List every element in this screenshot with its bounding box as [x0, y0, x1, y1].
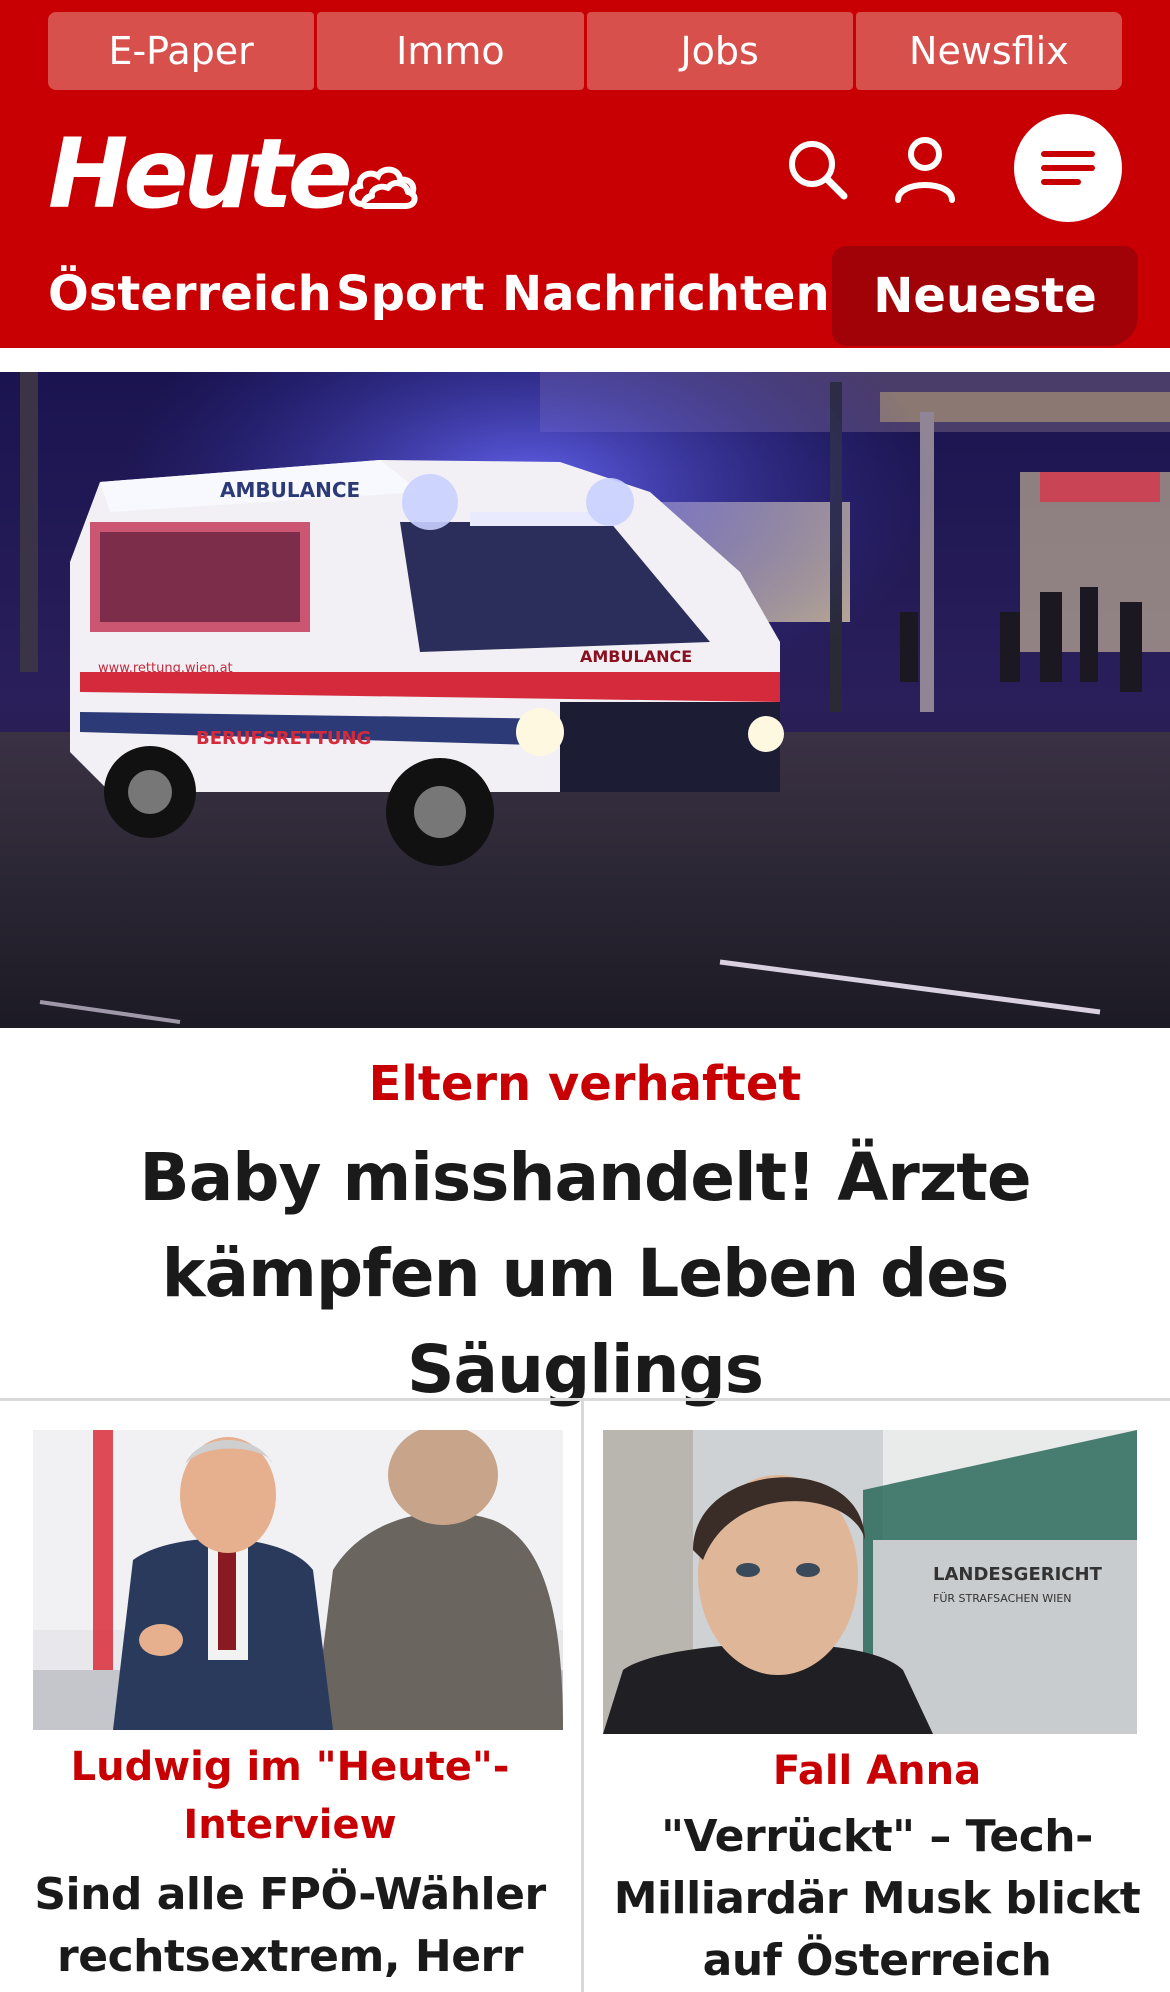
hero-kicker[interactable]: Eltern verhaftet — [0, 1054, 1170, 1114]
site-logo[interactable]: Heute — [48, 126, 353, 222]
ambulance-side-text: AMBULANCE — [220, 478, 360, 502]
card-image: LANDESGERICHT FÜR STRAFSACHEN WIEN — [603, 1430, 1137, 1734]
topnav-newsflix[interactable]: Newsflix — [855, 12, 1122, 90]
divider — [0, 1398, 1170, 1401]
ambulance-stripe-text: BERUFSRETTUNG — [196, 728, 371, 749]
site-header: E-Paper Immo Jobs Newsflix Heute Österre… — [0, 0, 1170, 348]
ambulance-front-text: AMBULANCE — [580, 647, 692, 666]
card-image — [33, 1430, 563, 1730]
topnav-immo[interactable]: Immo — [317, 12, 584, 90]
ambulance-url-text: www.rettung.wien.at — [98, 661, 233, 676]
ambulance-photo: AMBULANCE AMBULANCE BERUFSRETTUNG www.re… — [0, 372, 1170, 1028]
user-icon[interactable] — [892, 134, 958, 204]
menu-button[interactable] — [1014, 114, 1122, 222]
court-sign-text: LANDESGERICHT — [933, 1564, 1103, 1585]
hero-image[interactable]: AMBULANCE AMBULANCE BERUFSRETTUNG www.re… — [0, 372, 1170, 1028]
hero-headline[interactable]: Baby misshandelt! Ärzte kämpfen um Leben… — [0, 1130, 1170, 1418]
section-oesterreich[interactable]: Österreich — [48, 266, 332, 322]
top-nav: E-Paper Immo Jobs Newsflix — [48, 12, 1122, 90]
topnav-jobs[interactable]: Jobs — [586, 12, 853, 90]
article-card-ludwig[interactable]: Ludwig im "Heute"-Interview Sind alle FP… — [0, 1430, 580, 1992]
card-headline: "Verrückt" – Tech-Milliardär Musk blickt… — [613, 1811, 1141, 1986]
weather-cloud-icon[interactable] — [344, 146, 424, 216]
section-neueste[interactable]: Neueste — [832, 246, 1138, 346]
article-card-musk[interactable]: LANDESGERICHT FÜR STRAFSACHEN WIEN Fall … — [584, 1430, 1170, 1992]
interview-photo — [33, 1430, 563, 1730]
topnav-epaper[interactable]: E-Paper — [48, 12, 315, 90]
menu-icon — [1041, 151, 1095, 185]
section-nav: Österreich Sport Nachrichten Neueste — [0, 246, 1170, 348]
section-nachrichten[interactable]: Nachrichten — [502, 266, 830, 322]
card-headline: Sind alle FPÖ-Wähler rechtsextrem, Herr … — [34, 1869, 546, 1982]
section-sport[interactable]: Sport — [336, 266, 485, 322]
musk-court-photo: LANDESGERICHT FÜR STRAFSACHEN WIEN — [603, 1430, 1137, 1734]
court-sign-subtext: FÜR STRAFSACHEN WIEN — [933, 1592, 1072, 1605]
card-kicker: Ludwig im "Heute"-Interview — [70, 1744, 510, 1848]
search-icon[interactable] — [786, 138, 850, 202]
card-kicker: Fall Anna — [772, 1748, 982, 1794]
